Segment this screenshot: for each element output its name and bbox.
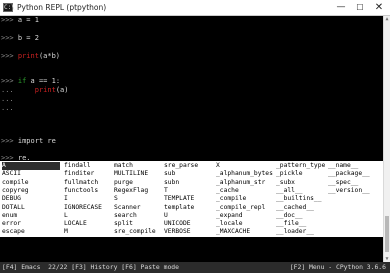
completion-item[interactable]: __spec__ (328, 179, 380, 187)
completion-item[interactable]: I (64, 195, 112, 203)
completion-item[interactable]: functools (64, 187, 112, 195)
completion-item[interactable]: sre_parse (164, 162, 214, 170)
completion-item[interactable]: __cached__ (276, 204, 326, 212)
completion-item[interactable]: subn (164, 179, 214, 187)
repl-line: >>> b = 2 (1, 34, 39, 42)
completion-item[interactable]: _pickle (276, 170, 326, 178)
completion-item[interactable]: _pattern_type (276, 162, 326, 170)
completion-item[interactable]: _locale (216, 220, 274, 228)
completion-item[interactable]: _MAXCACHE (216, 228, 274, 236)
scrollbar[interactable]: ▲ ▼ (383, 16, 390, 262)
completion-item[interactable]: RegexFlag (114, 187, 162, 195)
completion-item[interactable]: _subx (276, 179, 326, 187)
completion-item[interactable]: T (164, 187, 214, 195)
completion-item[interactable]: TEMPLATE (164, 195, 214, 203)
completion-item[interactable]: enum (2, 212, 60, 220)
completion-item[interactable]: DOTALL (2, 204, 60, 212)
completion-item[interactable]: _cache (216, 187, 274, 195)
completion-item[interactable]: VERBOSE (164, 228, 214, 236)
completion-item[interactable]: A (2, 162, 60, 170)
completion-item[interactable]: L (64, 212, 112, 220)
completion-item[interactable]: compile (2, 179, 60, 187)
repl-line: ... (1, 104, 14, 112)
repl-line: >>> import re (1, 137, 56, 145)
completion-item[interactable]: U (164, 212, 214, 220)
completion-item[interactable]: UNICODE (164, 220, 214, 228)
completion-item[interactable]: _alphanum_str (216, 179, 274, 187)
completion-item[interactable]: error (2, 220, 60, 228)
completion-item[interactable]: __name__ (328, 162, 380, 170)
completion-item[interactable]: copyreg (2, 187, 60, 195)
repl-line: ... (1, 95, 14, 103)
completion-item[interactable]: search (114, 212, 162, 220)
completion-item[interactable]: __package__ (328, 170, 380, 178)
completion-item[interactable]: DEBUG (2, 195, 60, 203)
completion-item[interactable]: split (114, 220, 162, 228)
status-toolbar: [F4] Emacs 22/22 [F3] History [F6] Paste… (0, 262, 390, 273)
completion-item[interactable]: S (114, 195, 162, 203)
completion-item[interactable]: IGNORECASE (64, 204, 112, 212)
completion-item[interactable]: M (64, 228, 112, 236)
completion-item[interactable]: finditer (64, 170, 112, 178)
status-right: [F2] Menu - CPython 3.6.6 (289, 263, 386, 271)
completion-item[interactable]: escape (2, 228, 60, 236)
completion-menu[interactable]: A ASCII compile copyreg DEBUG DOTALL enum error… (0, 161, 383, 237)
scroll-up-arrow-icon[interactable]: ▲ (384, 16, 390, 22)
repl-line: >>> print(a*b) (1, 52, 61, 60)
completion-item[interactable]: X (216, 162, 274, 170)
completion-item[interactable]: LOCALE (64, 220, 112, 228)
completion-item[interactable]: __file__ (276, 220, 326, 228)
completion-item[interactable]: match (114, 162, 162, 170)
completion-item[interactable]: _compile_repl (216, 204, 274, 212)
completion-item[interactable]: sre_compile (114, 228, 162, 236)
completion-item[interactable]: __version__ (328, 187, 380, 195)
repl-line: ... print(a) (1, 86, 69, 94)
completion-item[interactable]: __builtins__ (276, 195, 326, 203)
status-left: [F4] Emacs 22/22 [F3] History [F6] Paste… (2, 263, 179, 271)
completion-item[interactable]: __all__ (276, 187, 326, 195)
console-icon: C:\ (3, 3, 15, 12)
completion-item[interactable]: MULTILINE (114, 170, 162, 178)
completion-item[interactable]: _compile (216, 195, 274, 203)
completion-item[interactable]: Scanner (114, 204, 162, 212)
completion-item[interactable]: __loader__ (276, 228, 326, 236)
completion-item[interactable]: __doc__ (276, 212, 326, 220)
completion-item[interactable]: sub (164, 170, 214, 178)
repl-line: >>> if a == 1: (1, 77, 61, 85)
scrollbar-thumb[interactable] (385, 216, 389, 252)
completion-item[interactable]: findall (64, 162, 112, 170)
completion-item[interactable]: _alphanum_bytes (216, 170, 274, 178)
repl-line: >>> a = 1 (1, 16, 39, 24)
close-button[interactable]: ✕ (368, 0, 390, 15)
completion-item[interactable]: ASCII (2, 170, 60, 178)
completion-item[interactable]: fullmatch (64, 179, 112, 187)
completion-item[interactable]: template (164, 204, 214, 212)
ptpython-window: C:\ Python REPL (ptpython) — ☐ ✕ >>> a =… (0, 0, 390, 273)
completion-item[interactable]: _expand (216, 212, 274, 220)
window-title: Python REPL (ptpython) (17, 3, 107, 12)
title-bar[interactable]: C:\ Python REPL (ptpython) — ☐ ✕ (0, 0, 390, 16)
completion-item[interactable]: purge (114, 179, 162, 187)
